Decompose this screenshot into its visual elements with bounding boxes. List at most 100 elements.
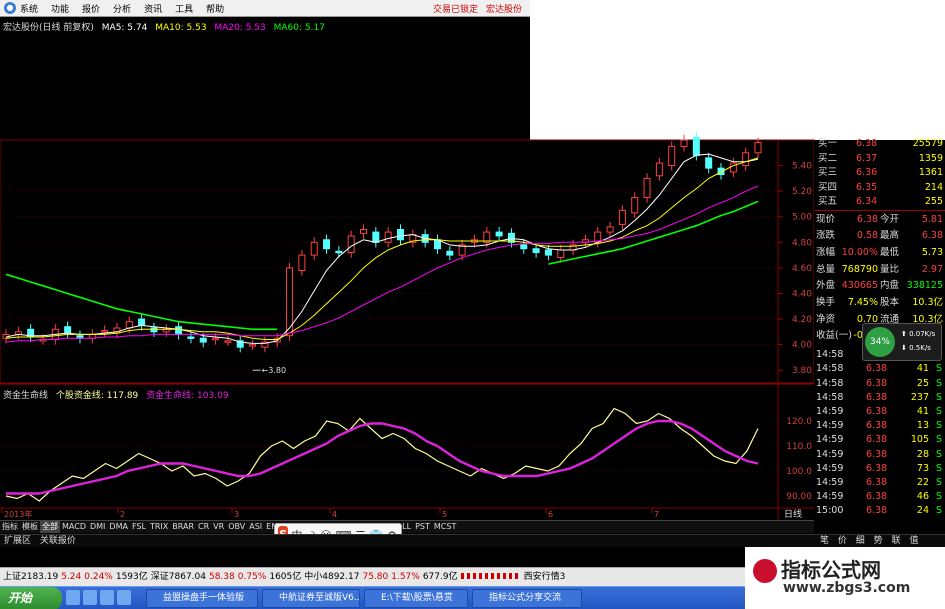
candle-body	[705, 157, 713, 169]
price-tick-label: 4.60	[792, 264, 812, 274]
stat-value: 5.81	[921, 213, 943, 225]
indicator-tab[interactable]: DMI	[88, 521, 107, 533]
quick-launch-icon[interactable]	[117, 590, 131, 605]
candle-body	[372, 231, 380, 243]
indicator-tab[interactable]: PST	[413, 521, 432, 533]
ma-legend: 宏达股份(日线 前复权) MA5: 5.74 MA10: 5.53 MA20: …	[3, 20, 330, 33]
kline-chart[interactable]: 5.40 5.20 5.00 4.80 4.60 4.40 4.20 4.00 3.80 ←3.…	[0, 0, 945, 520]
candle-body	[643, 177, 651, 199]
sub-tick-label: 120.0	[786, 417, 812, 427]
stat-label: 内盘	[880, 280, 900, 292]
taskbar-window-1[interactable]: 益盟操盘手一体验版	[146, 589, 258, 608]
indicator-tab[interactable]: 全部	[40, 521, 60, 533]
sub-legend-title: 资金生命线	[3, 391, 49, 401]
candle-body	[175, 326, 183, 335]
indicator-tab[interactable]: MACD	[60, 521, 88, 533]
net-speed-badge[interactable]: 34% ⬆ 0.07K/s ⬇ 0.5K/s	[862, 323, 942, 361]
candle-body	[101, 330, 109, 333]
candle-body	[520, 244, 528, 250]
cpu-percent: 34%	[865, 327, 895, 357]
legend-title: 宏达股份(日线 前复权)	[3, 23, 94, 33]
candle-body	[249, 344, 257, 347]
stat-row: 涨跌 0.58 最高 6.38	[814, 228, 945, 244]
stat-label: 股本	[880, 297, 900, 308]
quick-launch-icon[interactable]	[66, 590, 80, 605]
sub-legend-alt: 资金生命线: 103.09	[146, 391, 229, 401]
status-item: 0.24%	[84, 572, 113, 582]
sub-tick-label: 110.0	[786, 442, 812, 452]
indicator-tab[interactable]: FSL	[130, 521, 148, 533]
indicator-tab[interactable]: MCST	[432, 521, 458, 533]
candle-body	[138, 318, 146, 326]
indicator-tab[interactable]: VR	[211, 521, 226, 533]
pagetab-2[interactable]: 细	[856, 536, 865, 546]
status-item: 5.24	[61, 572, 82, 582]
status-item: 1605亿	[269, 572, 302, 582]
candle-body	[298, 254, 306, 271]
indicator-tab[interactable]: ASI	[247, 521, 264, 533]
ext-tab-related[interactable]: 关联报价	[40, 536, 76, 546]
quick-launch-icon[interactable]	[83, 590, 97, 605]
candle-body	[680, 139, 688, 147]
legend-ma5: MA5: 5.74	[101, 23, 148, 33]
candle-body	[729, 162, 737, 173]
x-tick-label: 7	[654, 510, 659, 519]
candle-body	[544, 249, 552, 256]
sub-legend-main: 个股资金线: 117.89	[55, 391, 139, 401]
stat-value: 6.38	[921, 230, 943, 242]
pagetab-1[interactable]: 价	[838, 536, 847, 546]
start-button[interactable]: 开始	[0, 587, 62, 609]
candle-body	[655, 162, 663, 177]
candle-body	[618, 209, 626, 225]
indicator-tab[interactable]: DMA	[107, 521, 130, 533]
candle-body	[323, 239, 331, 250]
stat-label: 收益(一)	[816, 330, 852, 342]
taskbar-window-3[interactable]: E:\下载\股票\悬赏	[364, 589, 468, 608]
quick-launch	[66, 590, 134, 605]
status-item: 西安行情3	[523, 572, 566, 582]
candle-body	[125, 321, 133, 329]
tick-row: 15:00 6.38 24 S	[814, 503, 945, 519]
price-axis: 5.40 5.20 5.00 4.80 4.60 4.40 4.20 4.00 3.80	[0, 162, 812, 376]
indicator-tab[interactable]: TRIX	[148, 521, 170, 533]
taskbar-window-2[interactable]: 中航证券至诚版V6...	[262, 589, 360, 608]
candle-body	[187, 336, 195, 339]
indicator-tab[interactable]: 指标	[0, 521, 20, 533]
status-item: 1593亿	[115, 572, 148, 582]
sub-tick-label: 100.0	[786, 467, 812, 477]
watermark: 指标公式网 www.zbgs3.com	[745, 547, 945, 609]
candle-body	[668, 145, 676, 167]
indicator-tab[interactable]: 模板	[20, 521, 40, 533]
x-tick-label: 6	[548, 510, 553, 519]
tick-price: 6.38	[866, 505, 888, 517]
pagetab-0[interactable]: 笔	[820, 536, 829, 546]
extension-bar: 扩展区 关联报价	[0, 534, 814, 547]
candle-body	[692, 136, 700, 156]
pagetab-4[interactable]: 联	[892, 536, 901, 546]
ext-tab-extension[interactable]: 扩展区	[4, 536, 31, 546]
candle-body	[347, 235, 355, 254]
indicator-tab[interactable]: CR	[196, 521, 211, 533]
upload-speed: ⬆ 0.07K/s	[901, 330, 936, 338]
legend-ma60: MA60: 5.17	[273, 23, 325, 33]
ma60-line	[5, 200, 759, 331]
stat-value: 10.00%	[841, 246, 878, 258]
pagetab-3[interactable]: 势	[874, 536, 883, 546]
price-tick-label: 4.40	[792, 289, 812, 299]
tick-direction: S	[935, 505, 942, 517]
x-axis: 2013年 2 3 4 5 6 7 日线	[1, 508, 802, 520]
price-tick-label: 4.00	[792, 341, 812, 351]
status-item: 上证2183.19	[3, 572, 59, 582]
candle-body	[742, 152, 750, 167]
pagetab-5[interactable]: 值	[909, 536, 918, 546]
indicator-tab[interactable]: BRAR	[170, 521, 196, 533]
indicator-tab[interactable]: OBV	[226, 521, 247, 533]
taskbar-window-4[interactable]: 指标公式分享交流	[472, 589, 582, 608]
quick-launch-icon[interactable]	[100, 590, 114, 605]
stat-value: 5.73	[921, 246, 943, 258]
stat-label: 最低	[880, 246, 900, 258]
x-tick-label: 3	[234, 510, 239, 519]
stat-label: 总量	[816, 263, 836, 275]
stat-label: 净资	[816, 313, 836, 325]
stat-label: 换手	[816, 297, 836, 308]
